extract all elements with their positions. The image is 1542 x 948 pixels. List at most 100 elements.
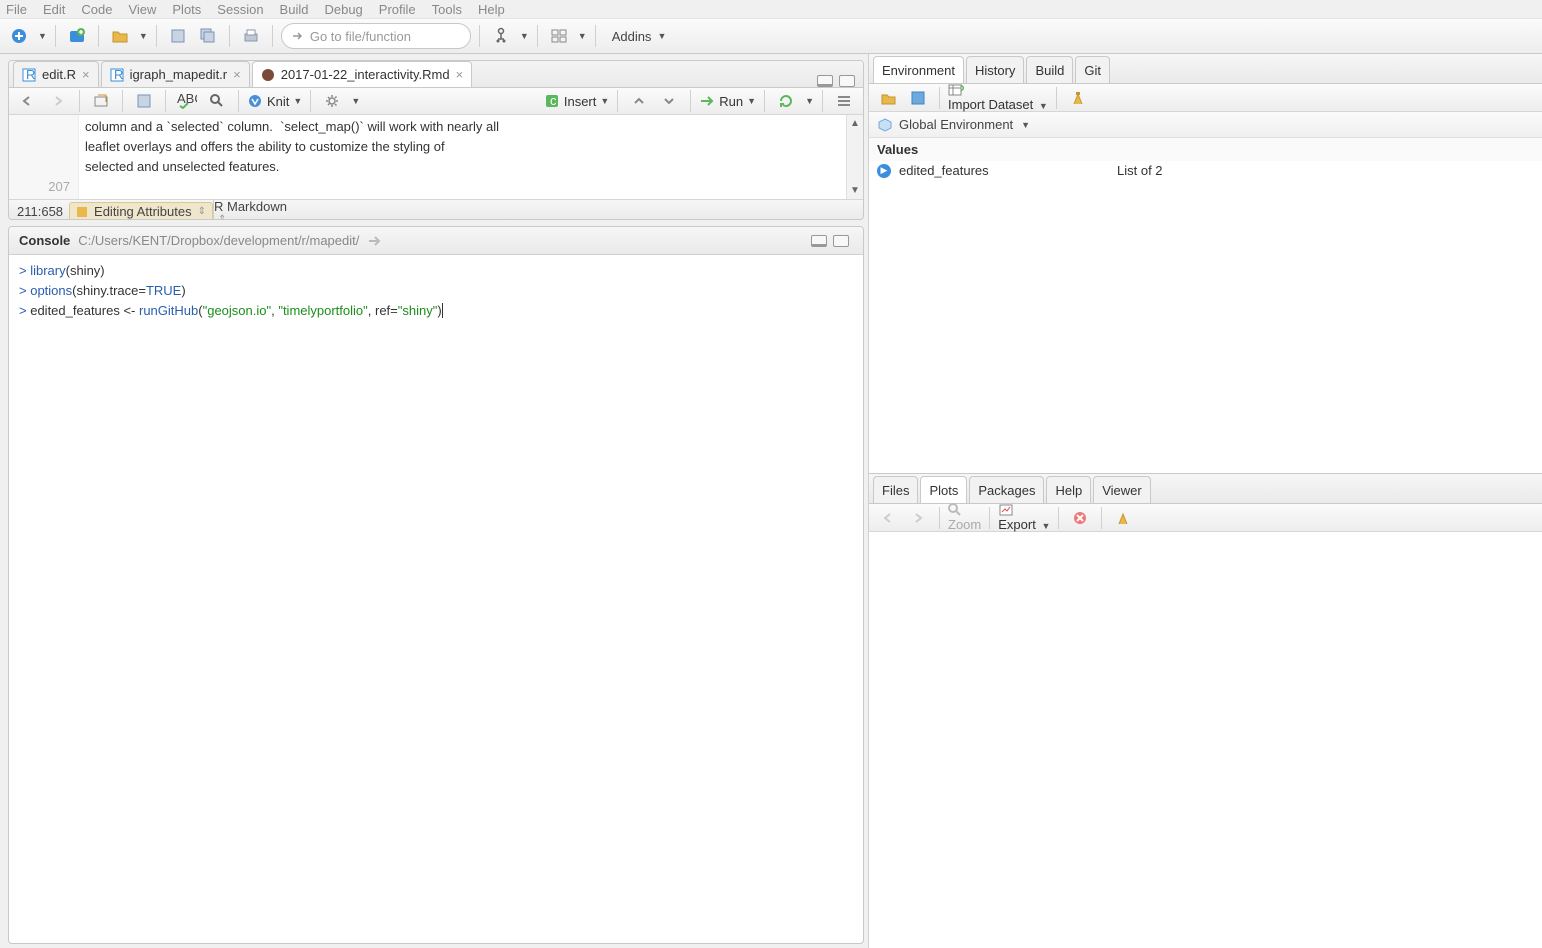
chunk-up-button[interactable] xyxy=(626,88,652,114)
maximize-pane-button[interactable] xyxy=(839,75,855,87)
insert-button[interactable]: c Insert ▼ xyxy=(544,93,609,109)
line-gutter: 207 xyxy=(9,115,79,199)
tab-packages[interactable]: Packages xyxy=(969,476,1044,503)
print-button[interactable] xyxy=(238,23,264,49)
scroll-up-icon[interactable]: ▲ xyxy=(847,115,863,132)
new-project-button[interactable] xyxy=(64,23,90,49)
tab-git[interactable]: Git xyxy=(1075,56,1110,83)
menu-file[interactable]: File xyxy=(6,2,27,17)
tab-viewer[interactable]: Viewer xyxy=(1093,476,1151,503)
goto-placeholder: Go to file/function xyxy=(310,29,411,44)
editing-mode-indicator[interactable]: Editing Attributes ⇕ xyxy=(69,202,213,220)
run-button[interactable]: Run ▼ xyxy=(699,94,756,109)
chevron-down-icon[interactable]: ▼ xyxy=(139,31,148,41)
source-editor[interactable]: 207 column and a `selected` column. `sel… xyxy=(9,115,863,199)
vertical-scrollbar[interactable]: ▲ ▼ xyxy=(846,115,863,199)
menu-view[interactable]: View xyxy=(128,2,156,17)
tab-files[interactable]: Files xyxy=(873,476,918,503)
menu-session[interactable]: Session xyxy=(217,2,263,17)
import-dataset-button[interactable]: Import Dataset ▼ xyxy=(948,83,1048,112)
chevron-down-icon[interactable]: ▼ xyxy=(578,31,587,41)
minimize-pane-button[interactable] xyxy=(811,235,827,247)
gear-button[interactable] xyxy=(319,88,345,114)
save-env-button[interactable] xyxy=(905,85,931,111)
find-replace-button[interactable] xyxy=(204,88,230,114)
save-button[interactable] xyxy=(165,23,191,49)
menu-plots[interactable]: Plots xyxy=(172,2,201,17)
expand-icon[interactable]: ▶ xyxy=(877,164,891,178)
plots-tabbar: Files Plots Packages Help Viewer xyxy=(869,474,1542,504)
tab-help[interactable]: Help xyxy=(1046,476,1091,503)
separator xyxy=(617,90,618,112)
console-pane: Console C:/Users/KENT/Dropbox/developmen… xyxy=(8,226,864,944)
close-icon[interactable]: × xyxy=(456,67,464,82)
goto-file-function-input[interactable]: Go to file/function xyxy=(281,23,471,49)
menu-code[interactable]: Code xyxy=(81,2,112,17)
source-pane: R edit.R × R igraph_mapedit.r × 2017-01-… xyxy=(8,60,864,220)
separator xyxy=(537,25,538,47)
separator xyxy=(98,25,99,47)
code-area[interactable]: column and a `selected` column. `select_… xyxy=(79,115,863,199)
knit-button[interactable]: Knit ▼ xyxy=(247,93,302,109)
env-toolbar: Import Dataset ▼ xyxy=(869,84,1542,112)
menu-debug[interactable]: Debug xyxy=(324,2,362,17)
plot-zoom-button[interactable]: Zoom xyxy=(948,503,981,532)
chevron-down-icon[interactable]: ▼ xyxy=(38,31,47,41)
close-icon[interactable]: × xyxy=(233,67,241,82)
forward-button[interactable] xyxy=(45,88,71,114)
tab-build[interactable]: Build xyxy=(1026,56,1073,83)
env-scope-selector[interactable]: Global Environment ▼ xyxy=(869,112,1542,138)
plot-remove-button[interactable] xyxy=(1067,505,1093,531)
plot-next-button[interactable] xyxy=(905,505,931,531)
tab-history[interactable]: History xyxy=(966,56,1024,83)
menu-tools[interactable]: Tools xyxy=(432,2,462,17)
svg-text:c: c xyxy=(550,93,557,108)
back-button[interactable] xyxy=(15,88,41,114)
tab-environment[interactable]: Environment xyxy=(873,56,964,83)
source-tab-edit-r[interactable]: R edit.R × xyxy=(13,61,99,87)
goto-dir-icon[interactable] xyxy=(367,234,383,248)
scroll-down-icon[interactable]: ▼ xyxy=(847,182,863,199)
new-file-button[interactable] xyxy=(6,23,32,49)
document-type[interactable]: R Markdown ⇕ xyxy=(213,199,855,221)
chevron-down-icon: ▼ xyxy=(1039,101,1048,111)
save-all-button[interactable] xyxy=(195,23,221,49)
console-output[interactable]: > library(shiny) > options(shiny.trace=T… xyxy=(9,255,863,943)
vcs-button[interactable] xyxy=(488,23,514,49)
chunk-down-button[interactable] xyxy=(656,88,682,114)
menu-edit[interactable]: Edit xyxy=(43,2,65,17)
menu-help[interactable]: Help xyxy=(478,2,505,17)
maximize-pane-button[interactable] xyxy=(833,235,849,247)
source-toolbar: ABC Knit ▼ ▼ c Insert ▼ xyxy=(9,88,863,115)
tab-plots[interactable]: Plots xyxy=(920,476,967,503)
plot-export-button[interactable]: Export ▼ xyxy=(998,503,1050,532)
menubar: File Edit Code View Plots Session Build … xyxy=(0,0,1542,18)
chevron-down-icon[interactable]: ▼ xyxy=(805,96,814,106)
separator xyxy=(690,90,691,112)
panes-button[interactable] xyxy=(546,23,572,49)
source-tab-igraph-mapedit[interactable]: R igraph_mapedit.r × xyxy=(101,61,250,87)
plot-clear-all-button[interactable] xyxy=(1110,505,1136,531)
close-icon[interactable]: × xyxy=(82,67,90,82)
open-env-button[interactable] xyxy=(875,85,901,111)
chevron-down-icon[interactable]: ▼ xyxy=(351,96,360,106)
rerun-button[interactable] xyxy=(773,88,799,114)
svg-text:R: R xyxy=(114,68,123,82)
addins-menu[interactable]: Addins ▼ xyxy=(612,29,667,44)
separator xyxy=(272,25,273,47)
clear-env-button[interactable] xyxy=(1065,85,1091,111)
outline-button[interactable] xyxy=(831,88,857,114)
env-row-edited-features[interactable]: ▶ edited_features List of 2 xyxy=(869,161,1542,180)
env-list: Values ▶ edited_features List of 2 xyxy=(869,138,1542,473)
minimize-pane-button[interactable] xyxy=(817,75,833,87)
open-file-button[interactable] xyxy=(107,23,133,49)
chevron-down-icon[interactable]: ▼ xyxy=(520,31,529,41)
spellcheck-button[interactable]: ABC xyxy=(174,88,200,114)
menu-build[interactable]: Build xyxy=(280,2,309,17)
plot-prev-button[interactable] xyxy=(875,505,901,531)
source-tab-interactivity-rmd[interactable]: 2017-01-22_interactivity.Rmd × xyxy=(252,61,472,87)
menu-profile[interactable]: Profile xyxy=(379,2,416,17)
save-source-button[interactable] xyxy=(131,88,157,114)
show-new-window-button[interactable] xyxy=(88,88,114,114)
separator xyxy=(229,25,230,47)
